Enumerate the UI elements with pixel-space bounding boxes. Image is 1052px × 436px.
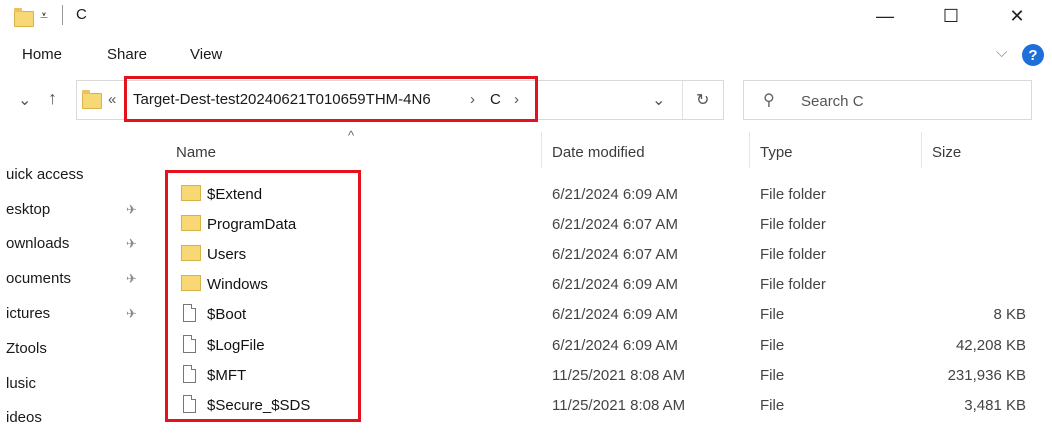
column-header-name[interactable]: Name: [176, 144, 216, 161]
file-icon: [183, 304, 196, 322]
breadcrumb-overflow-icon[interactable]: «: [108, 91, 116, 108]
sidebar-item-downloads[interactable]: ownloads: [6, 235, 69, 252]
file-name[interactable]: $Boot: [207, 306, 246, 323]
file-name[interactable]: $Secure_$SDS: [207, 397, 310, 414]
pin-icon[interactable]: ✈: [126, 202, 137, 218]
sidebar-item-pictures[interactable]: ictures: [6, 305, 50, 322]
sidebar-item-ztools[interactable]: Ztools: [6, 340, 47, 357]
folder-icon: [181, 185, 201, 201]
file-icon: [183, 395, 196, 413]
breadcrumb-segment-c[interactable]: C: [490, 91, 501, 108]
file-size: 8 KB: [993, 306, 1026, 323]
file-date: 6/21/2024 6:09 AM: [552, 337, 678, 354]
maximize-button[interactable]: ☐: [928, 0, 974, 32]
search-icon: ⚲: [763, 92, 775, 109]
minimize-button[interactable]: —: [862, 0, 908, 32]
quick-access-dropdown-icon[interactable]: ⩡: [40, 7, 48, 24]
file-name[interactable]: Windows: [207, 276, 268, 293]
column-divider[interactable]: [749, 132, 750, 168]
sidebar-item-videos[interactable]: ideos: [6, 409, 42, 426]
folder-icon: [181, 275, 201, 291]
search-input[interactable]: Search C: [801, 93, 864, 110]
column-header-date-modified[interactable]: Date modified: [552, 144, 645, 161]
file-icon: [183, 365, 196, 383]
pin-icon[interactable]: ✈: [126, 236, 137, 252]
column-header-size[interactable]: Size: [932, 144, 961, 161]
sidebar-item-desktop[interactable]: esktop: [6, 201, 50, 218]
file-date: 11/25/2021 8:08 AM: [552, 397, 686, 414]
tab-home[interactable]: Home: [22, 46, 62, 63]
file-date: 11/25/2021 8:08 AM: [552, 367, 686, 384]
file-type: File folder: [760, 246, 826, 263]
file-icon: [183, 335, 196, 353]
address-divider: [682, 81, 683, 119]
search-box[interactable]: [743, 80, 1032, 120]
up-arrow-icon[interactable]: ↑: [48, 88, 57, 109]
breadcrumb-segment-target[interactable]: Target-Dest-test20240621T010659THM-4N6: [133, 91, 431, 108]
title-bar: ⩡ C — ☐ ✕: [0, 0, 1052, 34]
address-history-icon[interactable]: ⌄: [652, 90, 665, 110]
tab-view[interactable]: View: [190, 46, 222, 63]
file-name[interactable]: ProgramData: [207, 216, 296, 233]
window-title: C: [76, 6, 87, 23]
address-folder-icon: [82, 90, 102, 109]
column-header-type[interactable]: Type: [760, 144, 793, 161]
sidebar-item-documents[interactable]: ocuments: [6, 270, 71, 287]
breadcrumb-separator: ›: [470, 91, 475, 108]
file-date: 6/21/2024 6:09 AM: [552, 276, 678, 293]
title-divider: [62, 5, 63, 25]
folder-icon: [181, 245, 201, 261]
close-button[interactable]: ✕: [994, 0, 1040, 32]
file-name[interactable]: $Extend: [207, 186, 262, 203]
file-type: File: [760, 397, 785, 414]
folder-icon: [181, 215, 201, 231]
help-icon[interactable]: ?: [1022, 44, 1044, 66]
file-type: File: [760, 337, 785, 354]
file-type: File folder: [760, 216, 826, 233]
tab-share[interactable]: Share: [107, 46, 147, 63]
file-date: 6/21/2024 6:07 AM: [552, 216, 678, 233]
file-name[interactable]: Users: [207, 246, 246, 263]
file-type: File folder: [760, 276, 826, 293]
breadcrumb-separator: ›: [514, 91, 519, 108]
pin-icon[interactable]: ✈: [126, 306, 137, 322]
file-size: 3,481 KB: [964, 397, 1026, 414]
file-date: 6/21/2024 6:07 AM: [552, 246, 678, 263]
file-name[interactable]: $LogFile: [207, 337, 265, 354]
file-type: File folder: [760, 186, 826, 203]
sort-ascending-icon: ^: [348, 128, 355, 143]
file-type: File: [760, 367, 785, 384]
pin-icon[interactable]: ✈: [126, 271, 137, 287]
file-size: 42,208 KB: [955, 337, 1026, 354]
highlight-box-files: [165, 170, 361, 422]
folder-icon: [14, 8, 34, 27]
ribbon-expand-icon[interactable]: ⌵: [996, 44, 1007, 61]
column-divider[interactable]: [541, 132, 542, 168]
sidebar-item-quick-access[interactable]: uick access: [6, 166, 84, 183]
file-date: 6/21/2024 6:09 AM: [552, 186, 678, 203]
sidebar-item-music[interactable]: lusic: [6, 375, 36, 392]
recent-locations-icon[interactable]: ⌄: [18, 90, 31, 110]
column-divider[interactable]: [921, 132, 922, 168]
file-size: 231,936 KB: [947, 367, 1026, 384]
refresh-icon[interactable]: ↻: [696, 90, 709, 110]
file-type: File: [760, 306, 785, 323]
file-date: 6/21/2024 6:09 AM: [552, 306, 678, 323]
file-name[interactable]: $MFT: [207, 367, 246, 384]
